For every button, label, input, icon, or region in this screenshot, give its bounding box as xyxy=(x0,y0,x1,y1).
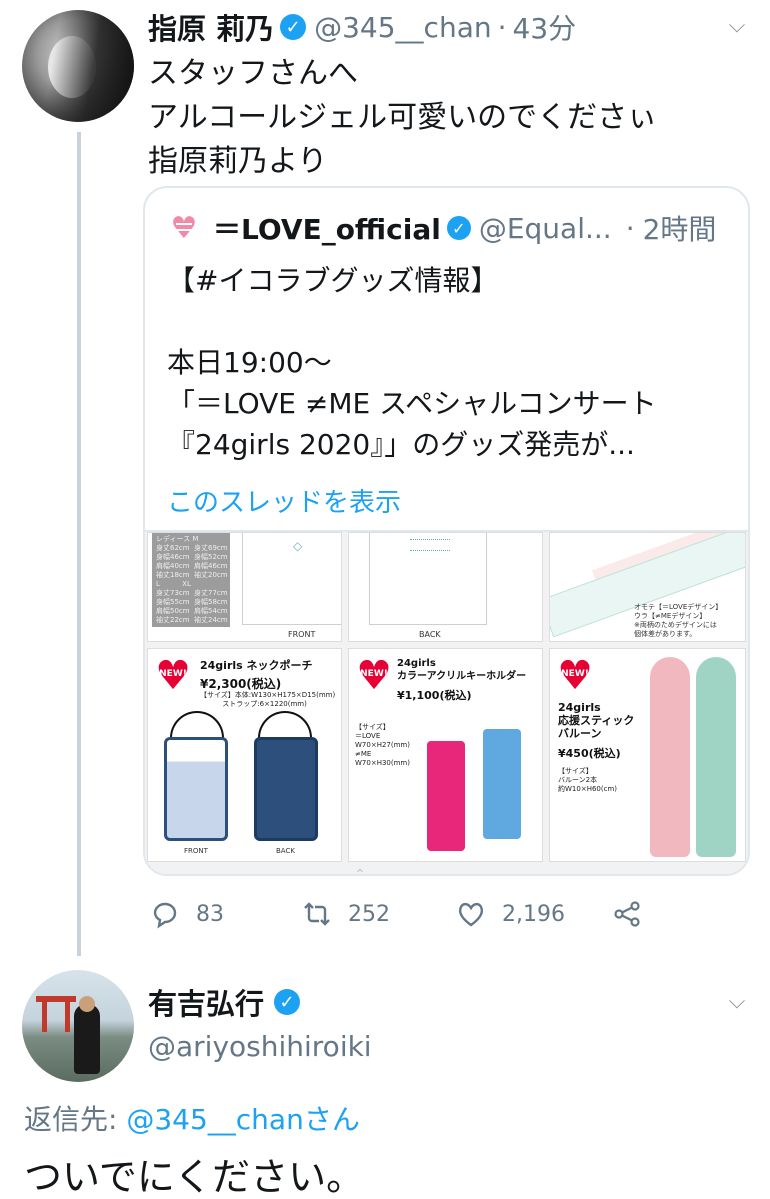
reply-context: 返信先: @345__chanさん xyxy=(24,1098,360,1138)
quoted-tweet-text: 【#イコラブグッズ情報】 本日19:00〜 「＝LOVE ≠ME スペシャルコン… xyxy=(167,260,657,465)
share-icon xyxy=(610,897,644,931)
quoted-text-line: 本日19:00〜 xyxy=(167,346,332,379)
towel-note: オモテ【＝LOVEデザイン】 ウラ【≠MEデザイン】 ※両柄のためデザインには … xyxy=(634,603,723,638)
towel-panel: オモテ【＝LOVEデザイン】 ウラ【≠MEデザイン】 ※両柄のためデザインには … xyxy=(549,532,746,642)
new-badge: NEW! xyxy=(360,669,388,679)
quoted-tweet-timestamp: 2時間 xyxy=(642,213,717,246)
neck-pouch-panel: ♥ NEW! 24girls ネックポーチ ¥2,300(税込) 【サイズ】本体… xyxy=(147,648,342,862)
retweet-button[interactable]: 252 xyxy=(300,892,390,936)
pouch-front xyxy=(164,737,228,841)
show-thread-link[interactable]: このスレッドを表示 xyxy=(167,482,401,519)
tweet-text-line: 指原莉乃より xyxy=(148,144,328,179)
equal-love-logo-icon: ♥ xyxy=(170,211,198,246)
separator-dot: · xyxy=(497,10,507,44)
balloon-stick-panel: ♥ NEW! 24girls 応援スティック バルーン ¥450(税込) 【サイ… xyxy=(549,648,746,862)
quoted-author-name[interactable]: ＝LOVE_official xyxy=(213,208,441,248)
verified-badge-icon: ✓ xyxy=(446,216,471,240)
pouch-back xyxy=(254,737,318,841)
tweet-text-line: スタッフさんへ xyxy=(148,56,358,91)
like-count: 2,196 xyxy=(502,901,565,927)
pouch-size: 【サイズ】本体:W130×H175×D15(mm) ストラップ:6×1220(m… xyxy=(200,691,336,708)
reply-icon xyxy=(148,897,182,931)
stick-title: 24girls 応援スティック バルーン xyxy=(558,701,635,740)
quoted-text-line: 『24girls 2020』」のグッズ発売が... xyxy=(167,428,635,461)
tshirt-back xyxy=(369,533,487,625)
separator-dot: · xyxy=(625,211,635,245)
reply-header: 有吉弘行 ✓ xyxy=(148,981,301,1023)
like-icon xyxy=(454,897,488,931)
pouch-title: 24girls ネックポーチ xyxy=(200,659,313,672)
product-image[interactable]: レディース M 身丈62cm 身丈69cm 身幅46cm 身幅52cm 肩幅40… xyxy=(145,532,748,874)
back-label: BACK xyxy=(419,630,441,639)
verified-badge-icon: ✓ xyxy=(274,989,301,1015)
like-button[interactable]: 2,196 xyxy=(454,892,565,936)
verified-badge-icon: ✓ xyxy=(280,14,307,40)
tshirt-panel: レディース M 身丈62cm 身丈69cm 身幅46cm 身幅52cm 肩幅40… xyxy=(147,532,342,642)
author-name[interactable]: 指原 莉乃 xyxy=(148,6,274,48)
keyholder-title: 24girls カラーアクリルキーホルダー xyxy=(397,658,527,682)
stick-size: 【サイズ】 バルーン2本 約W10×H60(cm) xyxy=(558,767,617,793)
back-label: BACK xyxy=(276,847,295,855)
retweet-icon xyxy=(300,897,334,931)
quoted-text-line xyxy=(167,301,657,342)
chevron-down-icon[interactable]: ⌵ xyxy=(722,986,752,1016)
tweet-text-line: アルコールジェル可愛いのでくださぃ xyxy=(148,100,658,135)
keyholder-pink xyxy=(427,741,465,851)
balloon-mint xyxy=(696,657,736,857)
reply-target-link[interactable]: @345__chanさん xyxy=(126,1103,360,1136)
torii-gate xyxy=(36,996,76,1032)
tweet-header: 指原 莉乃 ✓ @345__chan · 43分 xyxy=(148,6,576,48)
avatar-person xyxy=(74,1004,100,1074)
keyholder-price: ¥1,100(税込) xyxy=(397,689,472,702)
tshirt-front: ◇ xyxy=(242,533,341,625)
reply-author-avatar[interactable] xyxy=(22,970,134,1082)
keyholder-size: 【サイズ】 ＝LOVE W70×H27(mm) ≠ME W70×H30(mm) xyxy=(355,723,410,767)
size-chart: レディース M 身丈62cm 身丈69cm 身幅46cm 身幅52cm 肩幅40… xyxy=(152,533,230,627)
tweet-text: スタッフさんへ アルコールジェル可愛いのでくださぃ 指原莉乃より xyxy=(148,52,657,184)
quoted-tweet-header: ♥ ＝LOVE_official ✓ @Equal... · 2時間 xyxy=(167,208,717,248)
reply-author-handle[interactable]: @ariyoshihiroiki xyxy=(148,1030,372,1063)
reply-count: 83 xyxy=(196,901,224,927)
retweet-count: 252 xyxy=(348,901,390,927)
reply-prefix: 返信先: xyxy=(24,1103,118,1136)
quoted-author-handle[interactable]: @Equal... xyxy=(479,212,612,245)
thread-line xyxy=(77,132,81,956)
keyholder-panel: ♥ NEW! 24girls カラーアクリルキーホルダー ¥1,100(税込) … xyxy=(348,648,543,862)
avatar-head xyxy=(79,996,95,1012)
pouch-price: ¥2,300(税込) xyxy=(200,677,282,691)
reply-author-name[interactable]: 有吉弘行 xyxy=(148,981,264,1023)
front-label: FRONT xyxy=(184,847,208,855)
author-avatar[interactable] xyxy=(22,10,134,122)
front-label: FRONT xyxy=(288,630,316,639)
new-badge: NEW! xyxy=(561,669,589,679)
quoted-text-line: 【#イコラブグッズ情報】 xyxy=(167,264,499,297)
tweet-timestamp[interactable]: 43分 xyxy=(513,7,577,47)
reply-button[interactable]: 83 xyxy=(148,892,224,936)
tweet-actions: 83 252 2,196 xyxy=(148,892,708,936)
share-button[interactable] xyxy=(610,892,658,936)
avatar-hair xyxy=(22,10,134,122)
quoted-text-line: 「＝LOVE ≠ME スペシャルコンサート xyxy=(167,387,657,420)
author-handle[interactable]: @345__chan xyxy=(314,11,492,44)
balloon-pink xyxy=(650,657,690,857)
reply-text: ついでにください。 xyxy=(24,1155,365,1199)
chevron-down-icon[interactable]: ⌵ xyxy=(722,10,752,40)
keyholder-blue xyxy=(483,729,521,839)
tshirt-back-panel: BACK xyxy=(348,532,543,642)
stick-price: ¥450(税込) xyxy=(558,747,621,760)
quoted-tweet-card[interactable]: ♥ ＝LOVE_official ✓ @Equal... · 2時間 【#イコラ… xyxy=(143,186,750,876)
chevron-up-icon: ⌃ xyxy=(354,867,366,883)
new-badge: NEW! xyxy=(159,669,187,679)
